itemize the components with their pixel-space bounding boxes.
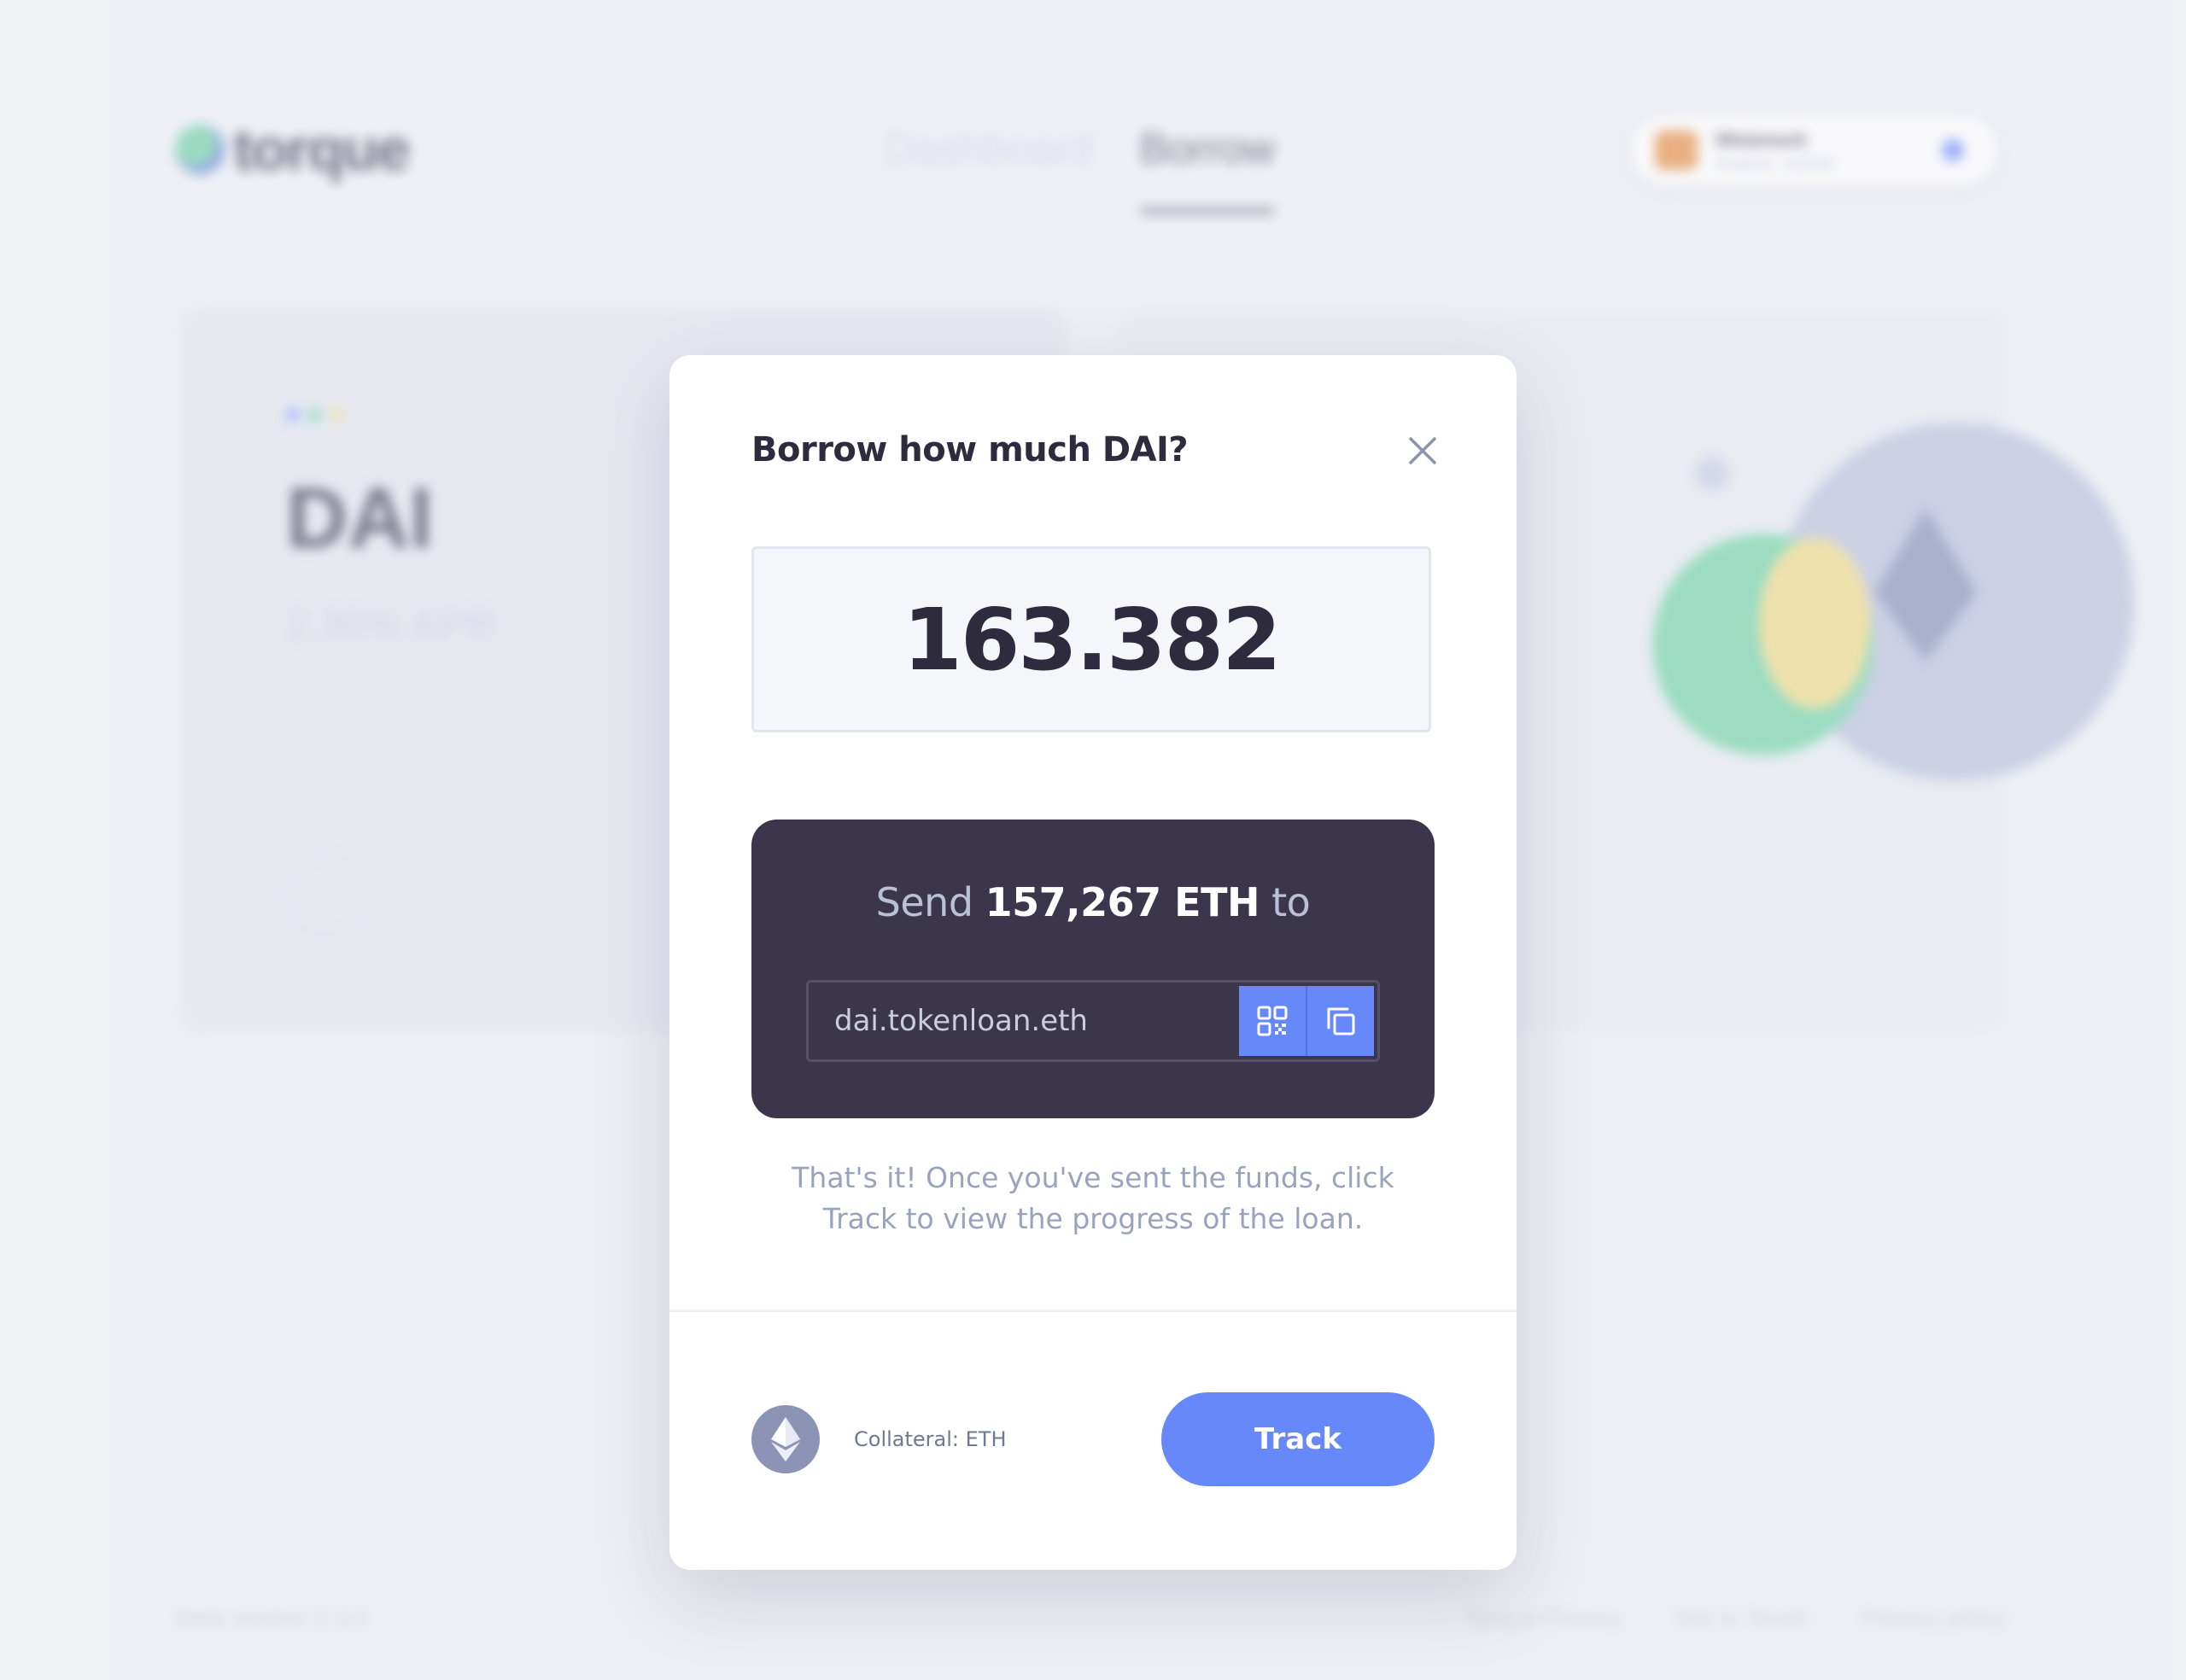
- track-button[interactable]: Track: [1161, 1392, 1435, 1486]
- instruction-text: That's it! Once you've sent the funds, c…: [792, 1161, 1394, 1235]
- qr-code-icon: [1257, 1006, 1288, 1036]
- send-prefix: Send: [875, 879, 973, 925]
- collateral-badge: [751, 1405, 820, 1473]
- copy-address-button[interactable]: [1307, 986, 1374, 1056]
- modal-divider: [669, 1310, 1517, 1312]
- send-suffix: to: [1271, 879, 1311, 925]
- send-instruction: Send 157,267 ETH to: [751, 879, 1435, 925]
- send-amount: 157,267 ETH: [985, 879, 1260, 925]
- ethereum-icon: [771, 1417, 800, 1461]
- borrow-modal: Borrow how much DAI? Send 157,267 ETH to…: [669, 355, 1517, 1570]
- amount-input[interactable]: [754, 588, 1429, 691]
- amount-input-box: [751, 546, 1431, 732]
- close-icon: [1409, 437, 1436, 464]
- copy-icon: [1327, 1007, 1355, 1035]
- collateral-label: Collateral: ETH: [854, 1427, 1007, 1451]
- close-button[interactable]: [1406, 434, 1440, 468]
- deposit-address-field[interactable]: dai.tokenloan.eth: [806, 980, 1380, 1062]
- send-panel: Send 157,267 ETH to dai.tokenloan.eth: [751, 820, 1435, 1118]
- deposit-address[interactable]: dai.tokenloan.eth: [834, 983, 1088, 1059]
- qr-code-button[interactable]: [1239, 986, 1307, 1056]
- modal-title: Borrow how much DAI?: [751, 430, 1189, 470]
